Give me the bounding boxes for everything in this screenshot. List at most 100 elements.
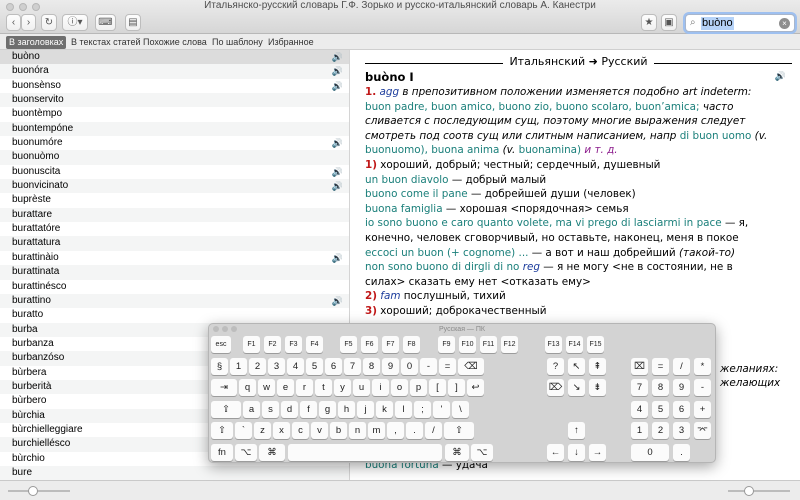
keyboard-key[interactable]: b xyxy=(330,422,347,439)
keyboard-key[interactable]: - xyxy=(420,358,437,375)
keyboard-key[interactable]: o xyxy=(391,379,408,396)
keyboard-key[interactable]: 4 xyxy=(287,358,304,375)
search-input[interactable]: buòno xyxy=(701,17,734,30)
keyboard-key[interactable]: 1 xyxy=(230,358,247,375)
keyboard-key[interactable]: F8 xyxy=(403,336,420,353)
keyboard-key[interactable]: ⌘ xyxy=(445,444,469,461)
list-font-slider[interactable] xyxy=(8,490,70,492)
speaker-icon[interactable]: 🔊 xyxy=(332,64,343,78)
keyboard-key[interactable]: k xyxy=(376,401,393,418)
keyboard-key[interactable]: ↘ xyxy=(568,379,585,396)
keyboard-key[interactable]: q xyxy=(239,379,256,396)
keyboard-key[interactable]: ⌥ xyxy=(471,444,493,461)
keyboard-key[interactable]: / xyxy=(673,358,690,375)
keyboard-key[interactable]: 3 xyxy=(673,422,690,439)
keyboard-key[interactable]: * xyxy=(694,358,711,375)
keyboard-key[interactable]: 5 xyxy=(306,358,323,375)
keyboard-key[interactable]: 2 xyxy=(249,358,266,375)
keyboard-key[interactable]: ] xyxy=(448,379,465,396)
keyboard-key[interactable]: h xyxy=(338,401,355,418)
speaker-icon[interactable]: 🔊 xyxy=(332,294,343,308)
back-button[interactable]: ‹ xyxy=(6,14,21,31)
keyboard-key[interactable]: F4 xyxy=(306,336,323,353)
keyboard-key[interactable]: 9 xyxy=(382,358,399,375)
word-list-item[interactable]: burattatura xyxy=(0,236,349,251)
space-key[interactable] xyxy=(288,444,442,461)
speaker-icon[interactable]: 🔊 xyxy=(332,136,343,150)
keyboard-key[interactable]: ⌥ xyxy=(235,444,257,461)
keyboard-key[interactable]: a xyxy=(243,401,260,418)
article-font-slider-knob[interactable] xyxy=(744,486,754,496)
keyboard-key[interactable]: ⇧ xyxy=(444,422,474,439)
keyboard-key[interactable]: ↓ xyxy=(568,444,585,461)
keyboard-key[interactable]: F2 xyxy=(264,336,281,353)
keyboard-key[interactable]: s xyxy=(262,401,279,418)
keyboard-key[interactable]: u xyxy=(353,379,370,396)
keyboard-key[interactable]: ⌦ xyxy=(547,379,564,396)
article-font-slider[interactable] xyxy=(728,490,790,492)
keyboard-key[interactable]: ; xyxy=(414,401,431,418)
keyboard-key[interactable]: / xyxy=(425,422,442,439)
card-view-button[interactable]: ▣ xyxy=(661,14,677,31)
keyboard-key[interactable]: ↖ xyxy=(568,358,585,375)
word-list-item[interactable]: buonuòmo xyxy=(0,150,349,165)
keyboard-key[interactable]: f xyxy=(300,401,317,418)
keyboard-key[interactable]: j xyxy=(357,401,374,418)
keyboard-key[interactable]: 0 xyxy=(631,444,669,461)
keyboard-key[interactable]: - xyxy=(694,379,711,396)
keyboard-key[interactable]: 8 xyxy=(363,358,380,375)
keyboard-key[interactable]: ⇥ xyxy=(211,379,237,396)
keyboard-key[interactable]: F6 xyxy=(361,336,378,353)
keyboard-key[interactable]: t xyxy=(315,379,332,396)
keyboard-key[interactable]: 6 xyxy=(325,358,342,375)
keyboard-key[interactable]: F9 xyxy=(438,336,455,353)
speaker-icon[interactable]: 🔊 xyxy=(332,179,343,193)
keyboard-key[interactable]: v xyxy=(311,422,328,439)
keyboard-key[interactable]: 4 xyxy=(631,401,648,418)
keyboard-key[interactable]: 2 xyxy=(652,422,669,439)
word-list-item[interactable]: bure xyxy=(0,465,349,481)
keyboard-key[interactable]: + xyxy=(694,401,711,418)
word-list-item[interactable]: buonvicinato 🔊 xyxy=(0,179,349,194)
keyboard-key[interactable]: 5 xyxy=(652,401,669,418)
keyboard-key[interactable]: l xyxy=(395,401,412,418)
refresh-button[interactable]: ↻ xyxy=(41,14,57,31)
tab-by-pattern[interactable]: По шаблону xyxy=(209,36,266,49)
word-list-item[interactable]: burattare xyxy=(0,207,349,223)
keyboard-key[interactable]: 1 xyxy=(631,422,648,439)
tab-similar-words[interactable]: Похожие слова xyxy=(140,36,210,49)
keyboard-key[interactable]: . xyxy=(406,422,423,439)
keyboard-key[interactable]: e xyxy=(277,379,294,396)
keyboard-key[interactable]: esc xyxy=(211,336,231,353)
keyboard-key[interactable]: F3 xyxy=(285,336,302,353)
keyboard-key[interactable]: F10 xyxy=(459,336,476,353)
keyboard-key[interactable]: m xyxy=(368,422,385,439)
keyboard-key[interactable]: p xyxy=(410,379,427,396)
list-font-slider-knob[interactable] xyxy=(28,486,38,496)
keyboard-key[interactable]: c xyxy=(292,422,309,439)
word-list-item[interactable]: burattatóre xyxy=(0,222,349,236)
keyboard-key[interactable]: 7 xyxy=(631,379,648,396)
keyboard-key[interactable]: ? xyxy=(547,358,564,375)
keyboard-key[interactable]: ⌧ xyxy=(631,358,648,375)
search-field[interactable]: ⌕ buòno × xyxy=(685,14,795,32)
keyboard-key[interactable]: ` xyxy=(235,422,252,439)
keyboard-key[interactable]: r xyxy=(296,379,313,396)
speaker-icon[interactable]: 🔊 xyxy=(332,50,343,64)
word-list-item[interactable]: buonsènso 🔊 xyxy=(0,79,349,93)
keyboard-toggle-button[interactable]: ⌨ xyxy=(95,14,116,31)
keyboard-key[interactable]: = xyxy=(652,358,669,375)
keyboard-key[interactable]: F14 xyxy=(566,336,583,353)
keyboard-key[interactable]: , xyxy=(387,422,404,439)
word-list-item[interactable]: buonumóre 🔊 xyxy=(0,136,349,150)
word-list-item[interactable]: burattinésco xyxy=(0,280,349,294)
word-list-item[interactable]: buonservito xyxy=(0,93,349,108)
keyboard-key[interactable]: F15 xyxy=(587,336,604,353)
keyboard-key[interactable]: 9 xyxy=(673,379,690,396)
keyboard-key[interactable]: = xyxy=(439,358,456,375)
keyboard-key[interactable]: F12 xyxy=(501,336,518,353)
tab-headwords[interactable]: В заголовках xyxy=(6,36,67,49)
layout-toggle-button[interactable]: ▤ xyxy=(125,14,141,31)
keyboard-key[interactable]: d xyxy=(281,401,298,418)
keyboard-key[interactable]: ⇪ xyxy=(211,401,241,418)
